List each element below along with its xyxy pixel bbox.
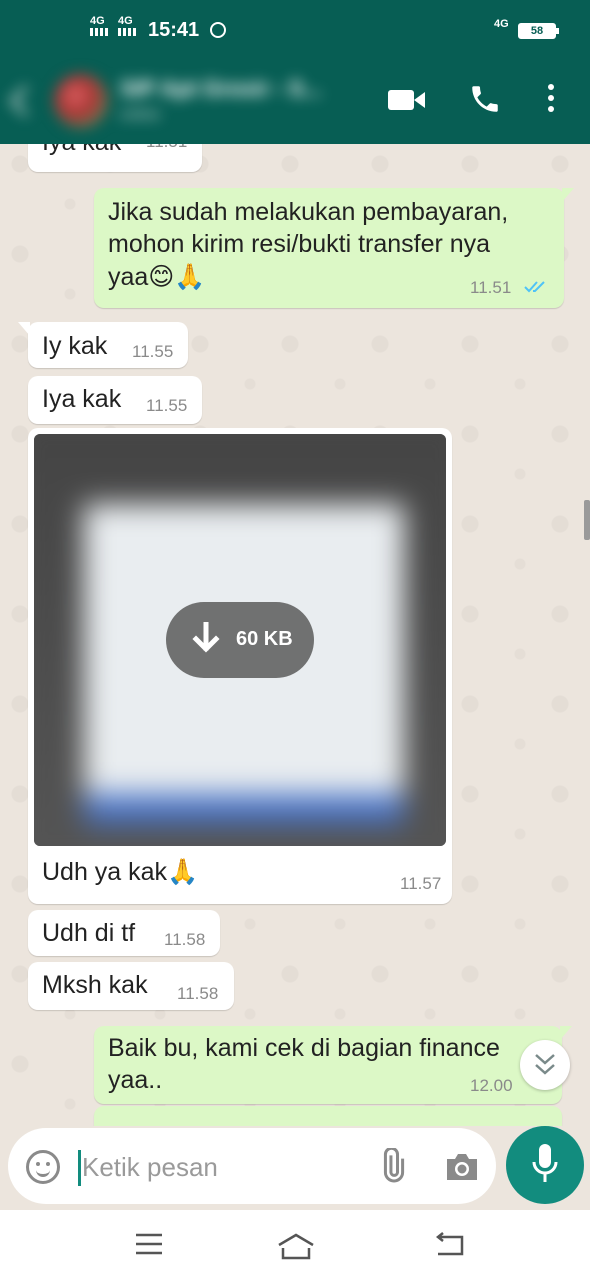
contact-name[interactable]: SIP Apt Grosir - S... (120, 76, 322, 102)
message-time: 11.58 (164, 930, 206, 949)
text-cursor (78, 1150, 81, 1186)
voice-record-button[interactable] (506, 1126, 584, 1204)
composer-bar (0, 1126, 590, 1210)
phone-icon[interactable] (468, 82, 502, 116)
message-time: 12.00 (470, 1076, 513, 1095)
message-incoming[interactable]: Udh di tf 11.58 (28, 910, 220, 956)
message-input[interactable] (82, 1146, 362, 1188)
status-time: 15:41 (148, 19, 200, 41)
battery-icon: 58 (518, 23, 559, 39)
message-time: 11.57 (400, 874, 442, 893)
image-thumbnail[interactable]: 60 KB (34, 434, 446, 846)
message-time: 11.51 (146, 144, 187, 152)
message-incoming[interactable]: Iya kak 11.51 (28, 144, 202, 172)
recent-apps-icon[interactable] (134, 1232, 164, 1256)
video-call-icon[interactable] (388, 90, 425, 110)
download-size: 60 KB (236, 628, 293, 650)
message-text: Iya kak (42, 144, 121, 157)
more-vert-icon[interactable] (548, 84, 556, 114)
status-bar: 4G 4G 15:41 4G 58 (0, 0, 590, 58)
whatsapp-notification-icon (210, 22, 226, 38)
network-indicator-1: 4G (90, 16, 108, 36)
mic-icon (532, 1144, 558, 1182)
message-outgoing[interactable]: Baik bu, kami cek di bagian finance yaa.… (94, 1026, 572, 1104)
message-incoming[interactable]: Iya kak 11.55 (28, 376, 202, 424)
chat-messages[interactable]: Iya kak 11.51 Jika sudah melakukan pemba… (0, 144, 590, 1126)
message-incoming[interactable]: Mksh kak 11.58 (28, 962, 234, 1010)
message-time: 11.55 (146, 396, 188, 415)
message-time: 11.51 (470, 278, 512, 297)
camera-icon[interactable] (444, 1152, 480, 1182)
contact-status: online (120, 106, 161, 123)
signal-icon (90, 28, 108, 36)
contact-avatar[interactable] (54, 74, 108, 128)
network-indicator-2: 4G (118, 16, 136, 36)
message-time: 11.58 (177, 984, 219, 1003)
back-nav-icon[interactable] (434, 1232, 466, 1258)
scroll-to-bottom-button[interactable] (520, 1040, 570, 1090)
download-icon (192, 622, 220, 653)
emoji-icon[interactable] (26, 1150, 60, 1184)
message-text: Mksh kak (42, 971, 148, 999)
message-text: Udh di tf (42, 919, 136, 947)
message-outgoing-partial[interactable] (94, 1106, 562, 1126)
network-indicator-right: 4G (494, 18, 509, 30)
message-text-line: yaa.. (108, 1066, 163, 1094)
read-receipt-icon (524, 281, 545, 293)
double-chevron-down-icon (535, 1054, 555, 1075)
system-nav-bar (0, 1210, 590, 1280)
scrollbar-handle[interactable] (584, 500, 590, 540)
network-label: 4G (118, 15, 133, 27)
message-text-line: Jika sudah melakukan pembayaran, (108, 198, 509, 226)
network-label: 4G (90, 15, 105, 27)
message-image[interactable]: 60 KB Udh ya kak🙏 11.57 (28, 428, 452, 904)
message-text: Iya kak (42, 385, 122, 413)
contact-info[interactable]: SIP Apt Grosir - S... online (8, 70, 378, 130)
message-outgoing[interactable]: Jika sudah melakukan pembayaran, mohon k… (94, 188, 574, 308)
home-icon[interactable] (276, 1232, 316, 1260)
message-text: Iy kak (42, 332, 108, 360)
chat-header: SIP Apt Grosir - S... online (0, 58, 590, 144)
back-arrow-icon[interactable] (9, 85, 41, 117)
image-caption: Udh ya kak🙏 (42, 858, 199, 886)
attach-icon[interactable] (374, 1148, 410, 1184)
message-text-line: yaa😊🙏 (108, 263, 206, 291)
message-text-line: mohon kirim resi/bukti transfer nya (108, 230, 491, 258)
download-button[interactable]: 60 KB (166, 602, 314, 678)
composer-box (8, 1128, 496, 1204)
message-time: 11.55 (132, 342, 174, 361)
message-incoming[interactable]: Iy kak 11.55 (18, 322, 188, 368)
message-text-line: Baik bu, kami cek di bagian finance (108, 1034, 500, 1062)
signal-icon (118, 28, 136, 36)
